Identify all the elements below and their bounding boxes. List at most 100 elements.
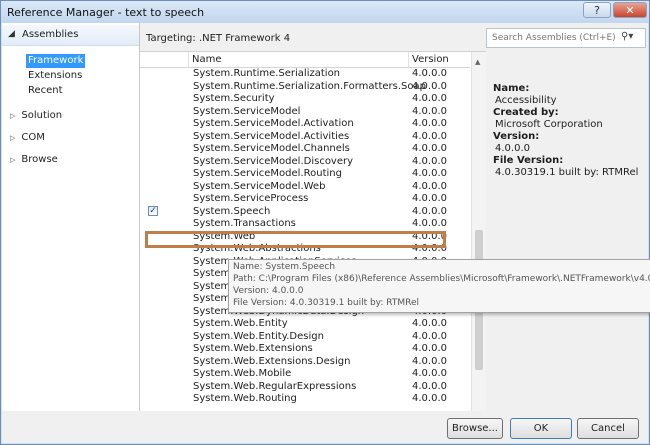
table-row[interactable]: ✓ System.Speech 4.0.0.0	[140, 205, 470, 218]
table-row[interactable]: System.Web.Mobile 4.0.0.0	[140, 368, 470, 380]
assembly-name: System.ServiceModel.Channels	[193, 143, 350, 154]
assembly-version: 4.0.0.0	[412, 68, 447, 79]
assemblies-label: Assemblies	[22, 29, 79, 40]
column-divider	[408, 52, 409, 67]
tooltip-path: Path: C:\Program Files (x86)\Reference A…	[233, 274, 650, 284]
sidebar-item-framework[interactable]: Framework	[26, 54, 86, 68]
assembly-version: 4.0.0.0	[412, 393, 447, 404]
assembly-version: 4.0.0.0	[412, 193, 447, 204]
assembly-name: System.Web.Extensions	[193, 343, 313, 354]
assembly-version: 4.0.0.0	[412, 180, 447, 192]
assembly-name: System.Transactions	[193, 218, 296, 229]
cancel-button[interactable]: Cancel	[577, 418, 639, 439]
assembly-version: 4.0.0.0	[412, 105, 447, 117]
assembly-version: 4.0.0.0	[412, 380, 447, 392]
assembly-version: 4.0.0.0	[412, 355, 447, 367]
title-bar: Reference Manager - text to speech ? ✕	[1, 1, 649, 23]
selection-highlight-box	[145, 231, 446, 248]
detail-version-label: Version:	[493, 131, 540, 142]
include-checkbox[interactable]: ✓	[148, 205, 158, 216]
assembly-name: System.Runtime.Serialization.Formatters.…	[193, 80, 426, 92]
table-row[interactable]: System.Web.RegularExpressions 4.0.0.0	[140, 381, 470, 393]
table-row[interactable]: System.ServiceModel.Routing 4.0.0.0	[140, 168, 470, 180]
assembly-version: 4.0.0.0	[412, 93, 447, 104]
assembly-version: 4.0.0.0	[412, 343, 447, 354]
table-row[interactable]: System.Runtime.Serialization 4.0.0.0	[140, 68, 470, 80]
table-row[interactable]: System.Web.Routing 4.0.0.0	[140, 393, 470, 405]
assembly-version: 4.0.0.0	[412, 218, 447, 229]
assembly-name: System.ServiceModel.Web	[193, 180, 326, 192]
detail-name-label: Name:	[493, 83, 530, 94]
assembly-name: System.Web.RegularExpressions	[193, 380, 357, 392]
detail-filever-value: 4.0.30319.1 built by: RTMRel	[495, 167, 639, 178]
detail-filever-label: File Version:	[493, 155, 564, 166]
expand-arrow-icon: ▷	[10, 112, 16, 120]
expand-arrow-icon: ▷	[10, 134, 16, 142]
sidebar-node-label: COM	[21, 132, 45, 143]
sidebar-node-label: Browse	[21, 154, 58, 165]
assemblies-group[interactable]: ◢ Assemblies	[2, 25, 139, 46]
assembly-tooltip: Name: System.Speech Path: C:\Program Fil…	[228, 259, 650, 313]
table-row[interactable]: System.ServiceModel 4.0.0.0	[140, 106, 470, 118]
assembly-version: 4.0.0.0	[412, 143, 447, 154]
assembly-name: System.Web.Mobile	[193, 368, 292, 379]
table-row[interactable]: System.ServiceModel.Channels 4.0.0.0	[140, 143, 470, 155]
assembly-name: System.Security	[193, 93, 275, 104]
assembly-version: 4.0.0.0	[412, 318, 447, 329]
window-title: Reference Manager - text to speech	[7, 6, 205, 19]
assembly-name: System.Web.Routing	[193, 393, 297, 404]
table-row[interactable]: System.Web.Extensions 4.0.0.0	[140, 343, 470, 355]
column-header-version[interactable]: Version	[412, 54, 449, 65]
column-header-name[interactable]: Name	[192, 54, 222, 65]
assembly-version: 4.0.0.0	[412, 168, 447, 179]
targeting-bar: Targeting: .NET Framework 4	[140, 23, 485, 51]
table-row[interactable]: System.ServiceModel.Web 4.0.0.0	[140, 181, 470, 193]
browse-button[interactable]: Browse...	[447, 418, 503, 439]
ok-button[interactable]: OK	[510, 418, 572, 439]
table-row[interactable]: System.Web.Entity 4.0.0.0	[140, 318, 470, 330]
help-button[interactable]: ?	[583, 2, 611, 18]
scroll-up-arrow-icon[interactable]: ▲	[475, 58, 480, 66]
assembly-name: System.Runtime.Serialization	[193, 68, 341, 79]
assembly-version: 4.0.0.0	[412, 80, 447, 92]
table-row[interactable]: System.Transactions 4.0.0.0	[140, 218, 470, 230]
table-row[interactable]: System.ServiceProcess 4.0.0.0	[140, 193, 470, 205]
sidebar-item-recent[interactable]: Recent	[26, 84, 65, 98]
sidebar-node-browse[interactable]: ▷ Browse	[10, 154, 58, 165]
close-button[interactable]: ✕	[613, 2, 647, 18]
assembly-version: 4.0.0.0	[412, 155, 447, 167]
assembly-name: System.Speech	[193, 205, 271, 217]
assembly-name: System.Web.Entity.Design	[193, 330, 324, 342]
dialog-client: ◢ Assemblies Framework Extensions Recent…	[2, 23, 650, 443]
search-icon[interactable]: ⚲▾	[621, 31, 633, 42]
assembly-name: System.ServiceModel.Routing	[193, 168, 342, 179]
assembly-version: 4.0.0.0	[412, 205, 447, 217]
detail-name-value: Accessibility	[495, 95, 557, 106]
tooltip-file-version: File Version: 4.0.30319.1 built by: RTMR…	[233, 298, 419, 308]
assembly-name: System.Web.Entity	[193, 318, 288, 329]
assembly-name: System.ServiceModel.Discovery	[193, 155, 354, 167]
search-input[interactable]: Search Assemblies (Ctrl+E) ⚲▾	[486, 28, 646, 48]
assembly-version: 4.0.0.0	[412, 118, 447, 129]
assembly-version: 4.0.0.0	[412, 330, 447, 342]
assembly-name: System.ServiceModel.Activities	[193, 130, 350, 142]
sidebar-item-extensions[interactable]: Extensions	[26, 69, 84, 83]
table-row[interactable]: System.Security 4.0.0.0	[140, 93, 470, 105]
details-pane: Name: Accessibility Created by: Microsof…	[487, 51, 648, 411]
table-row[interactable]: System.ServiceModel.Activation 4.0.0.0	[140, 118, 470, 130]
assembly-name: System.ServiceModel.Activation	[193, 118, 354, 129]
sidebar-node-label: Solution	[21, 110, 63, 121]
sidebar-node-com[interactable]: ▷ COM	[10, 132, 45, 143]
table-row[interactable]: System.Runtime.Serialization.Formatters.…	[140, 81, 470, 93]
table-row[interactable]: System.Web.Extensions.Design 4.0.0.0	[140, 356, 470, 368]
vertical-scrollbar[interactable]: ▲	[471, 52, 486, 412]
assembly-version: 4.0.0.0	[412, 130, 447, 142]
sidebar-node-solution[interactable]: ▷ Solution	[10, 110, 62, 121]
table-row[interactable]: System.ServiceModel.Activities 4.0.0.0	[140, 131, 470, 143]
category-pane: ◢ Assemblies Framework Extensions Recent…	[2, 23, 140, 411]
table-row[interactable]: System.Web.Entity.Design 4.0.0.0	[140, 331, 470, 343]
targeting-label: Targeting: .NET Framework 4	[146, 33, 291, 44]
tooltip-name: Name: System.Speech	[233, 262, 336, 272]
table-row[interactable]: System.ServiceModel.Discovery 4.0.0.0	[140, 156, 470, 168]
search-placeholder: Search Assemblies (Ctrl+E)	[492, 33, 616, 43]
